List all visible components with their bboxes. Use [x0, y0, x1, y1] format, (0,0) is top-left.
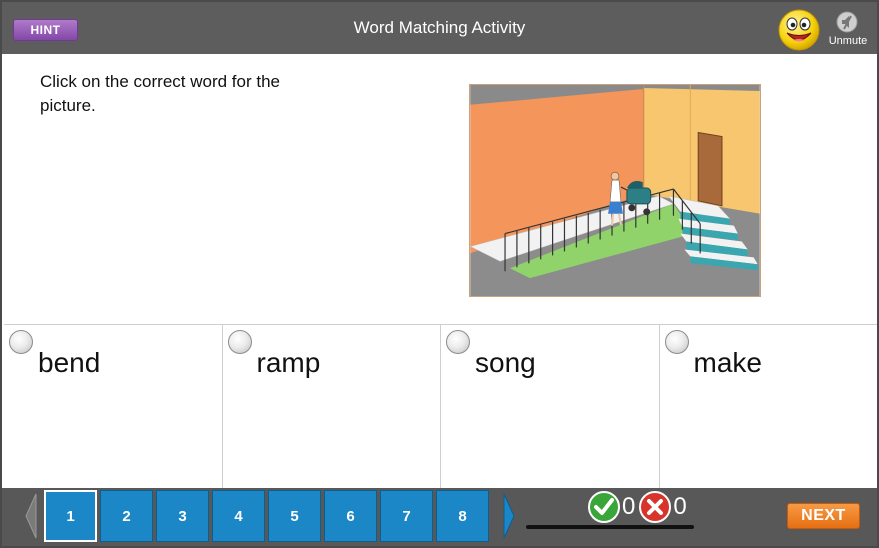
footer-navigation: 1 2 3 4 5 6 7 8 0 0 NEXT — [2, 488, 877, 546]
ramp-illustration — [469, 84, 761, 297]
progress-bar — [526, 525, 694, 529]
wrong-cross-icon — [639, 491, 672, 523]
page-button-6[interactable]: 6 — [324, 490, 377, 542]
next-arrow-icon[interactable] — [502, 492, 516, 540]
unmute-label[interactable]: Unmute — [822, 35, 874, 47]
page-button-2[interactable]: 2 — [100, 490, 153, 542]
option-radio[interactable] — [227, 330, 252, 354]
page-button-1[interactable]: 1 — [44, 490, 97, 542]
answer-option[interactable]: make — [660, 325, 878, 489]
previous-arrow-icon[interactable] — [24, 492, 38, 540]
correct-count: 0 — [622, 493, 636, 520]
muted-speaker-icon[interactable] — [836, 11, 858, 33]
page-button-8[interactable]: 8 — [436, 490, 489, 542]
option-word[interactable]: make — [694, 347, 762, 379]
page-navigator: 1 2 3 4 5 6 7 8 — [44, 490, 489, 544]
answer-option[interactable]: bend — [4, 325, 223, 489]
answer-option[interactable]: song — [441, 325, 660, 489]
option-word[interactable]: bend — [38, 347, 100, 379]
activity-window: HINT Word Matching Activity Unmute Click… — [0, 0, 879, 548]
answer-option[interactable]: ramp — [223, 325, 441, 489]
page-button-7[interactable]: 7 — [380, 490, 433, 542]
option-word[interactable]: ramp — [257, 347, 321, 379]
option-word[interactable]: song — [475, 347, 536, 379]
score-display: 0 0 — [588, 490, 691, 524]
activity-title: Word Matching Activity — [353, 18, 526, 37]
option-radio[interactable] — [9, 330, 33, 354]
page-button-5[interactable]: 5 — [268, 490, 321, 542]
page-button-3[interactable]: 3 — [156, 490, 209, 542]
option-radio[interactable] — [664, 330, 689, 354]
page-button-4[interactable]: 4 — [212, 490, 265, 542]
wrong-count: 0 — [673, 493, 687, 520]
question-instruction: Click on the correct word for the pictur… — [40, 72, 280, 115]
correct-check-icon — [588, 491, 620, 523]
next-button[interactable]: NEXT — [787, 503, 860, 529]
header-bar: HINT Word Matching Activity Unmute — [2, 2, 877, 54]
option-radio[interactable] — [446, 330, 470, 354]
smiley-face-icon[interactable] — [778, 9, 820, 51]
answer-options: bend ramp song make — [4, 324, 878, 489]
